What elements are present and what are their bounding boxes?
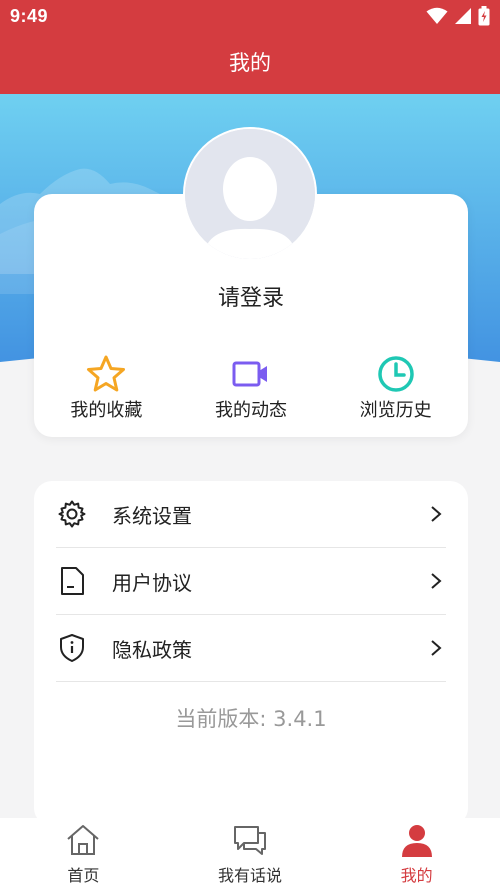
chevron-right-icon bbox=[426, 505, 446, 523]
quick-action-history[interactable]: 浏览历史 bbox=[323, 354, 468, 422]
title-bar: 我的 bbox=[0, 34, 500, 94]
gear-icon bbox=[56, 498, 88, 530]
battery-icon bbox=[478, 6, 490, 26]
menu-item-settings[interactable]: 系统设置 bbox=[56, 481, 446, 548]
video-icon bbox=[231, 354, 271, 394]
menu-item-label: 隐私政策 bbox=[112, 637, 192, 662]
chevron-right-icon bbox=[426, 639, 446, 657]
status-time: 9:49 bbox=[10, 6, 49, 26]
menu-item-label: 用户协议 bbox=[112, 570, 192, 595]
menu-item-label: 系统设置 bbox=[112, 503, 192, 528]
wifi-icon bbox=[426, 7, 448, 25]
quick-action-label: 我的动态 bbox=[215, 400, 287, 421]
document-icon bbox=[56, 565, 88, 597]
star-icon bbox=[86, 354, 126, 394]
clock-icon bbox=[376, 354, 416, 394]
tab-label: 首页 bbox=[67, 866, 100, 885]
shield-icon bbox=[56, 632, 88, 664]
bottom-tab-bar: 首页 我有话说 我的 bbox=[0, 818, 500, 888]
home-icon bbox=[65, 822, 101, 858]
tab-comments[interactable]: 我有话说 bbox=[167, 818, 334, 888]
chat-icon bbox=[232, 822, 268, 858]
quick-action-activity[interactable]: 我的动态 bbox=[179, 354, 324, 422]
avatar[interactable] bbox=[183, 127, 317, 261]
app-version: 当前版本: 3.4.1 bbox=[175, 707, 327, 731]
quick-action-label: 浏览历史 bbox=[359, 400, 432, 421]
quick-action-label: 我的收藏 bbox=[70, 400, 143, 421]
chevron-right-icon bbox=[426, 572, 446, 590]
quick-actions: 我的收藏 我的动态 浏览历史 bbox=[34, 354, 468, 422]
menu-item-privacy-policy[interactable]: 隐私政策 bbox=[56, 615, 446, 682]
login-prompt[interactable]: 请登录 bbox=[34, 280, 468, 312]
signal-icon bbox=[454, 7, 472, 25]
status-icons bbox=[426, 6, 490, 26]
default-avatar-icon bbox=[185, 129, 315, 259]
page-title: 我的 bbox=[229, 51, 271, 75]
tab-label: 我有话说 bbox=[218, 866, 283, 885]
user-icon bbox=[399, 822, 435, 858]
status-bar: 9:49 bbox=[0, 0, 500, 34]
menu-item-user-agreement[interactable]: 用户协议 bbox=[56, 548, 446, 615]
menu-card: 系统设置 用户协议 隐私政策 当前版本: 3.4.1 bbox=[34, 481, 468, 826]
quick-action-favorites[interactable]: 我的收藏 bbox=[34, 354, 179, 422]
tab-label: 我的 bbox=[400, 866, 433, 885]
tab-home[interactable]: 首页 bbox=[0, 818, 167, 888]
tab-mine[interactable]: 我的 bbox=[333, 818, 500, 888]
